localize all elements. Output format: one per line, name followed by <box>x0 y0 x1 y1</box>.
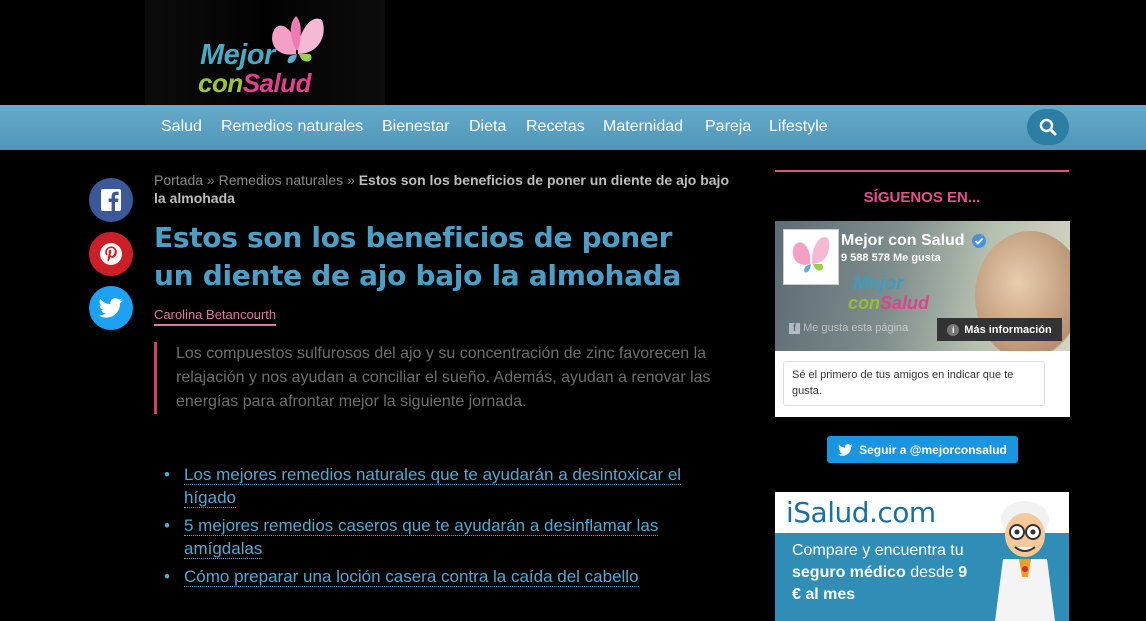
share-pinterest-button[interactable] <box>89 232 133 276</box>
nav-item-dieta[interactable]: Dieta <box>469 118 506 136</box>
related-link[interactable]: Los mejores remedios naturales que te ay… <box>184 465 682 508</box>
nav-item-remedios-naturales[interactable]: Remedios naturales <box>221 118 363 136</box>
nav-item-pareja[interactable]: Pareja <box>705 118 751 136</box>
follow-section: SÍGUENOS EN... <box>775 170 1069 206</box>
isalud-ad-banner[interactable]: iSalud.com Compare y encuentra tu seguro… <box>775 492 1069 621</box>
logo-text-salud: Salud <box>242 68 312 98</box>
ad-brand: iSalud.com <box>786 496 936 529</box>
main-nav: Salud Remedios naturales Bienestar Dieta… <box>0 105 1146 150</box>
cover-logo-salud: Salud <box>880 293 930 313</box>
cover-logo-mejor: Mejor <box>853 273 904 294</box>
facebook-like-button[interactable]: f Me gusta esta página <box>789 322 908 334</box>
follow-title: SÍGUENOS EN... <box>863 189 981 206</box>
facebook-page-avatar[interactable] <box>783 229 839 285</box>
more-info-button[interactable]: i Más información <box>937 318 1062 341</box>
facebook-friends-text: Sé el primero de tus amigos en indicar q… <box>783 361 1045 406</box>
breadcrumb-category[interactable]: Remedios naturales <box>219 172 344 188</box>
ad-line-3: € al mes <box>792 586 856 603</box>
twitter-follow-label: Seguir a @mejorconsalud <box>859 442 1007 457</box>
breadcrumb-separator: » <box>343 172 359 188</box>
logo-text-con: con <box>198 68 243 98</box>
article-summary: Los compuestos sulfurosos del ajo y su c… <box>154 342 716 414</box>
ad-line-1: Compare y encuentra tu <box>792 542 964 559</box>
facebook-like-label: Me gusta esta página <box>803 322 909 334</box>
butterfly-icon <box>272 16 324 64</box>
nav-item-salud[interactable]: Salud <box>161 118 202 136</box>
facebook-icon <box>101 189 121 211</box>
ad-line-2-rest: desde <box>905 564 959 581</box>
list-item: • Cómo preparar una loción casera contra … <box>160 565 720 588</box>
list-item: • 5 mejores remedios caseros que te ayuda… <box>160 514 720 560</box>
ad-price: 9 <box>958 564 968 581</box>
search-icon <box>1039 118 1057 136</box>
ad-text: Compare y encuentra tu seguro médico des… <box>792 540 992 606</box>
nav-item-recetas[interactable]: Recetas <box>526 118 585 136</box>
facebook-cover-image[interactable]: Mejor conSalud Mejor con Salud 9 588 578… <box>775 221 1070 351</box>
share-twitter-button[interactable] <box>89 286 133 330</box>
twitter-follow-button[interactable]: Seguir a @mejorconsalud <box>827 436 1018 463</box>
related-link[interactable]: 5 mejores remedios caseros que te ayudar… <box>184 516 659 559</box>
ad-line-2-bold: seguro médico <box>792 564 906 581</box>
site-header: Mejor conSalud <box>0 0 1146 105</box>
twitter-icon <box>99 298 123 318</box>
facebook-page-widget: Mejor conSalud Mejor con Salud 9 588 578… <box>775 221 1070 417</box>
pinterest-icon <box>100 243 122 265</box>
cover-logo-consalud: conSalud <box>848 293 929 314</box>
verified-badge-icon <box>972 233 987 248</box>
breadcrumb: Portada » Remedios naturales » Estos son… <box>154 171 734 207</box>
cover-logo-con: con <box>848 293 881 313</box>
nav-item-maternidad[interactable]: Maternidad <box>603 118 683 136</box>
share-facebook-button[interactable] <box>89 178 133 222</box>
twitter-icon <box>838 443 853 456</box>
author-link[interactable]: Carolina Betancourth <box>154 307 277 326</box>
facebook-page-name[interactable]: Mejor con Salud <box>841 232 987 250</box>
info-icon: i <box>947 323 960 336</box>
breadcrumb-home[interactable]: Portada <box>154 172 203 188</box>
bullet-icon: • <box>164 567 170 586</box>
bullet-icon: • <box>164 516 170 535</box>
breadcrumb-separator: » <box>203 172 219 188</box>
search-button[interactable] <box>1027 109 1069 145</box>
bullet-icon: • <box>164 465 170 484</box>
logo-text-consalud: conSalud <box>198 68 312 99</box>
related-links-list: • Los mejores remedios naturales que te a… <box>160 463 720 593</box>
butterfly-icon <box>792 237 830 273</box>
article-title: Estos son los beneficios de poner un die… <box>154 221 682 292</box>
related-link[interactable]: Cómo preparar una loción casera contra l… <box>184 567 639 587</box>
facebook-page-name-text: Mejor con Salud <box>841 232 965 249</box>
nav-item-bienestar[interactable]: Bienestar <box>382 118 450 136</box>
facebook-icon: f <box>789 322 800 334</box>
list-item: • Los mejores remedios naturales que te a… <box>160 463 720 509</box>
doctor-mascot-icon <box>995 501 1055 621</box>
facebook-likes-count: 9 588 578 Me gusta <box>841 252 941 264</box>
more-info-label: Más información <box>964 323 1052 336</box>
nav-item-lifestyle[interactable]: Lifestyle <box>769 118 828 136</box>
site-logo[interactable]: Mejor conSalud <box>198 14 338 98</box>
